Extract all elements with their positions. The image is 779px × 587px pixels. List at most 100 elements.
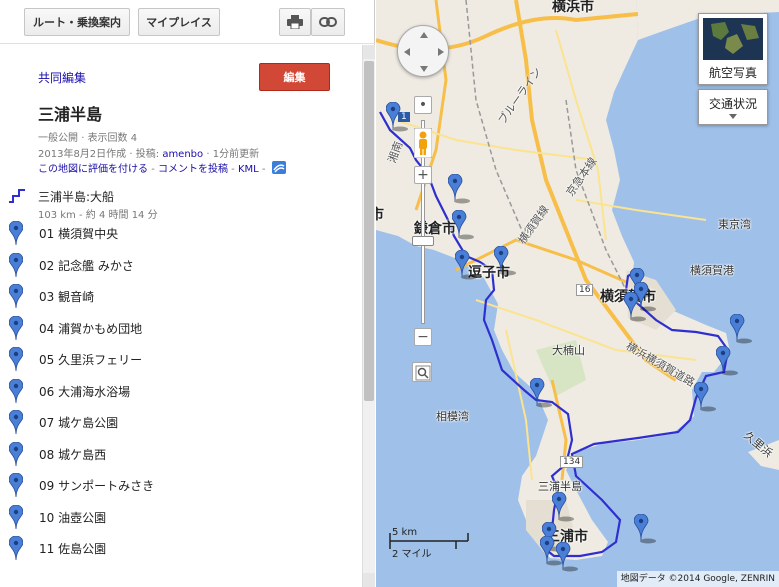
- map-pin-icon: [9, 284, 23, 308]
- map-pin-icon: [9, 378, 23, 403]
- map-pin-icon: [730, 314, 752, 344]
- printer-icon: [287, 15, 303, 29]
- map-actions: この地図に評価を付ける - コメントを投稿 - KML -: [38, 160, 286, 175]
- placemark-label: 05 久里浜フェリー: [39, 353, 143, 367]
- scale-km-label: 5 km: [392, 527, 418, 538]
- route-line-icon: [9, 189, 25, 203]
- separator: -: [261, 164, 266, 175]
- map-placemark-pin[interactable]: [386, 102, 408, 132]
- scroll-up-arrow[interactable]: [363, 45, 375, 59]
- map-view[interactable]: 横浜市 市 鎌倉市 逗子市 横須賀市 三浦市 三浦半島 東京湾 相模湾 大楠山 …: [376, 0, 779, 587]
- map-pin-icon: [9, 473, 23, 497]
- placemark-item[interactable]: 04 浦賀かもめ団地: [0, 315, 362, 344]
- zoom-box-icon[interactable]: [412, 362, 432, 382]
- map-attribution: 地図データ ©2014 Google, ZENRIN: [616, 571, 779, 587]
- placemark-label: 04 浦賀かもめ団地: [39, 321, 143, 336]
- earth-icon[interactable]: [271, 161, 286, 174]
- map-pin-icon: [9, 441, 23, 466]
- map-label-sagami-bay: 相模湾: [436, 410, 469, 423]
- map-pin-icon: [448, 174, 470, 204]
- map-placemark-pin[interactable]: [634, 514, 656, 544]
- separator: -: [231, 164, 235, 175]
- zoom-slider-handle[interactable]: [412, 236, 434, 246]
- created-info: 2013年8月2日作成 · 投稿: amenbo · 1分前更新: [38, 145, 259, 160]
- map-placemark-pin[interactable]: [455, 250, 477, 280]
- map-placemark-pin[interactable]: [716, 346, 738, 376]
- satellite-view-button[interactable]: 航空写真: [698, 13, 768, 85]
- map-label-yokosuka-port: 横須賀港: [690, 264, 734, 277]
- kml-link[interactable]: KML: [238, 164, 259, 175]
- traffic-dropdown[interactable]: 交通状況: [698, 89, 768, 125]
- map-placemark-pin[interactable]: [530, 378, 552, 408]
- map-placemark-pin[interactable]: [552, 492, 574, 522]
- map-pin-icon: [9, 252, 23, 277]
- route-transit-button[interactable]: ルート・乗換案内: [24, 8, 130, 36]
- visibility-text: 一般公開: [38, 133, 78, 144]
- placemark-item[interactable]: 03 観音崎: [0, 284, 362, 312]
- map-pin-icon: [9, 221, 23, 245]
- map-label-okusuyama: 大楠山: [552, 344, 585, 357]
- placemark-item[interactable]: 11 佐島公園: [0, 536, 362, 564]
- separator: -: [79, 210, 83, 221]
- zoom-out-button[interactable]: −: [414, 328, 432, 346]
- updated-text: 1分前更新: [212, 149, 260, 160]
- map-placemark-pin[interactable]: [694, 382, 716, 412]
- scroll-down-arrow[interactable]: [363, 573, 375, 587]
- route-item[interactable]: 三浦半島:大船 103 km - 約 4 時間 14 分: [0, 185, 362, 221]
- pan-arrows-icon: [404, 32, 444, 72]
- link-button[interactable]: [311, 8, 345, 36]
- street-view-pegman-icon[interactable]: [414, 128, 432, 158]
- map-pin-icon: [452, 210, 474, 240]
- map-placemark-pin[interactable]: [556, 542, 578, 572]
- placemark-item[interactable]: 05 久里浜フェリー: [0, 347, 362, 375]
- map-placemark-pin[interactable]: [448, 174, 470, 204]
- placemark-label: 07 城ケ島公園: [39, 416, 119, 430]
- map-pin-icon: [530, 378, 552, 408]
- separator: ·: [81, 133, 85, 144]
- route-duration: 約 4 時間 14 分: [85, 210, 158, 221]
- page-title: 三浦半島: [38, 105, 103, 124]
- edit-button[interactable]: 編集: [259, 63, 330, 91]
- route-summary: 103 km - 約 4 時間 14 分: [38, 206, 158, 221]
- map-pin-icon: [716, 346, 738, 376]
- author-link[interactable]: amenbo: [162, 149, 203, 160]
- placemark-item[interactable]: 10 油壺公園: [0, 504, 362, 533]
- map-pin-icon: [9, 504, 23, 529]
- placemark-label: 09 サンポートみさき: [39, 479, 155, 493]
- map-pin-icon: [9, 410, 23, 434]
- zoom-home-button[interactable]: •: [414, 96, 432, 114]
- map-placemark-pin[interactable]: [624, 292, 646, 322]
- placemark-item[interactable]: 02 記念艦 みかさ: [0, 252, 362, 281]
- map-placemark-pin[interactable]: [452, 210, 474, 240]
- placemark-item[interactable]: 01 横須賀中央: [0, 221, 362, 249]
- map-pin-icon: [694, 382, 716, 412]
- placemark-item[interactable]: 06 大浦海水浴場: [0, 378, 362, 407]
- pan-control[interactable]: [397, 25, 449, 77]
- collaborate-link[interactable]: 共同編集: [38, 69, 86, 86]
- placemark-item[interactable]: 09 サンポートみさき: [0, 473, 362, 501]
- print-button[interactable]: [279, 8, 311, 36]
- map-pin-icon: [9, 536, 23, 560]
- scroll-thumb[interactable]: [364, 61, 374, 401]
- panel-toolbar: ルート・乗換案内 マイプレイス: [0, 0, 375, 44]
- map-label-shi: 市: [376, 207, 384, 223]
- map-details: 共同編集 編集 三浦半島 一般公開 · 表示回数 4 2013年8月2日作成 ·…: [0, 45, 362, 587]
- map-placemark-pin[interactable]: [494, 246, 516, 276]
- placemark-label: 06 大浦海水浴場: [39, 384, 131, 399]
- satellite-thumbnail: [703, 18, 763, 60]
- placemark-item[interactable]: 07 城ケ島公園: [0, 410, 362, 438]
- separator: ·: [129, 149, 133, 160]
- chevron-down-icon: [729, 114, 737, 119]
- map-placemark-pin[interactable]: [730, 314, 752, 344]
- panel-scrollbar[interactable]: [362, 45, 375, 587]
- views-count: 4: [130, 133, 138, 144]
- placemark-item[interactable]: 08 城ケ島西: [0, 441, 362, 470]
- zoom-in-button[interactable]: +: [414, 166, 432, 184]
- map-pin-icon: [386, 102, 408, 132]
- post-comment-link[interactable]: コメントを投稿: [158, 164, 228, 175]
- rate-map-link[interactable]: この地図に評価を付ける: [38, 164, 148, 175]
- placemark-label: 08 城ケ島西: [39, 447, 107, 462]
- map-pin-icon: [9, 347, 23, 371]
- route-16-shield: 16: [576, 284, 594, 296]
- my-places-button[interactable]: マイプレイス: [138, 8, 220, 36]
